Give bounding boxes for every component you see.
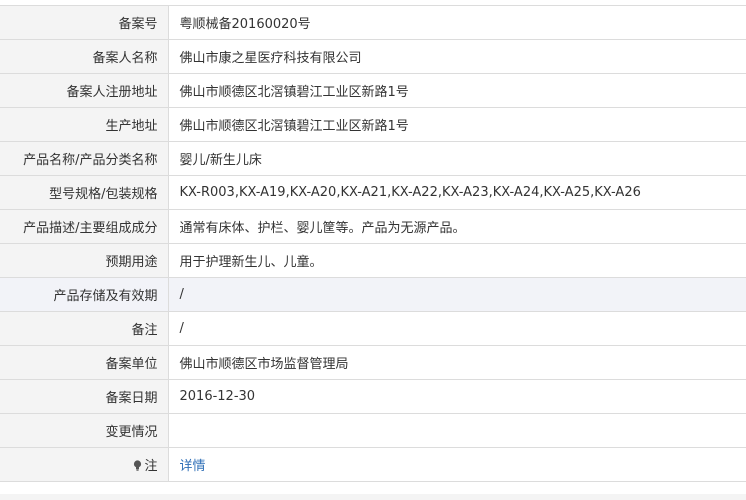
note-label-cell: 注	[0, 447, 169, 482]
registered-address-label: 备案人注册地址	[0, 73, 169, 108]
note-label: 注	[144, 459, 158, 474]
row-product-name: 产品名称/产品分类名称 婴儿/新生儿床	[0, 141, 746, 176]
row-filing-unit: 备案单位 佛山市顺德区市场监督管理局	[0, 345, 746, 380]
row-product-description: 产品描述/主要组成成分 通常有床体、护栏、婴儿筐等。产品为无源产品。	[0, 209, 746, 244]
product-description-label: 产品描述/主要组成成分	[0, 209, 169, 244]
registered-address-value: 佛山市顺德区北滘镇碧江工业区新路1号	[168, 73, 746, 108]
row-note: 注 详情	[0, 447, 746, 482]
filing-number-value: 粤顺械备20160020号	[168, 5, 746, 40]
production-address-label: 生产地址	[0, 107, 169, 142]
row-filing-date: 备案日期 2016-12-30	[0, 379, 746, 414]
model-spec-value: KX-R003,KX-A19,KX-A20,KX-A21,KX-A22,KX-A…	[168, 175, 746, 210]
intended-use-value: 用于护理新生儿、儿童。	[168, 243, 746, 278]
note-value-cell: 详情	[168, 447, 746, 482]
row-remarks: 备注 /	[0, 311, 746, 346]
row-filer-name: 备案人名称 佛山市康之星医疗科技有限公司	[0, 39, 746, 74]
remarks-label: 备注	[0, 311, 169, 346]
row-production-address: 生产地址 佛山市顺德区北滘镇碧江工业区新路1号	[0, 107, 746, 142]
filing-unit-label: 备案单位	[0, 345, 169, 380]
lightbulb-icon	[134, 460, 142, 471]
filer-name-value: 佛山市康之星医疗科技有限公司	[168, 39, 746, 74]
row-filing-number: 备案号 粤顺械备20160020号	[0, 5, 746, 40]
product-name-label: 产品名称/产品分类名称	[0, 141, 169, 176]
filing-number-label: 备案号	[0, 5, 169, 40]
storage-validity-label: 产品存储及有效期	[0, 277, 169, 312]
row-registered-address: 备案人注册地址 佛山市顺德区北滘镇碧江工业区新路1号	[0, 73, 746, 108]
product-description-value: 通常有床体、护栏、婴儿筐等。产品为无源产品。	[168, 209, 746, 244]
remarks-value: /	[168, 311, 746, 346]
filing-record-table: 备案号 粤顺械备20160020号 备案人名称 佛山市康之星医疗科技有限公司 备…	[0, 5, 746, 482]
bottom-strip	[0, 494, 746, 500]
product-name-value: 婴儿/新生儿床	[168, 141, 746, 176]
row-model-spec: 型号规格/包装规格 KX-R003,KX-A19,KX-A20,KX-A21,K…	[0, 175, 746, 210]
change-status-value	[168, 413, 746, 448]
row-storage-validity: 产品存储及有效期 /	[0, 277, 746, 312]
filing-unit-value: 佛山市顺德区市场监督管理局	[168, 345, 746, 380]
production-address-value: 佛山市顺德区北滘镇碧江工业区新路1号	[168, 107, 746, 142]
row-intended-use: 预期用途 用于护理新生儿、儿童。	[0, 243, 746, 278]
row-change-status: 变更情况	[0, 413, 746, 448]
change-status-label: 变更情况	[0, 413, 169, 448]
details-link[interactable]: 详情	[180, 459, 206, 474]
intended-use-label: 预期用途	[0, 243, 169, 278]
storage-validity-value: /	[168, 277, 746, 312]
filer-name-label: 备案人名称	[0, 39, 169, 74]
model-spec-label: 型号规格/包装规格	[0, 175, 169, 210]
filing-date-value: 2016-12-30	[168, 379, 746, 414]
filing-date-label: 备案日期	[0, 379, 169, 414]
